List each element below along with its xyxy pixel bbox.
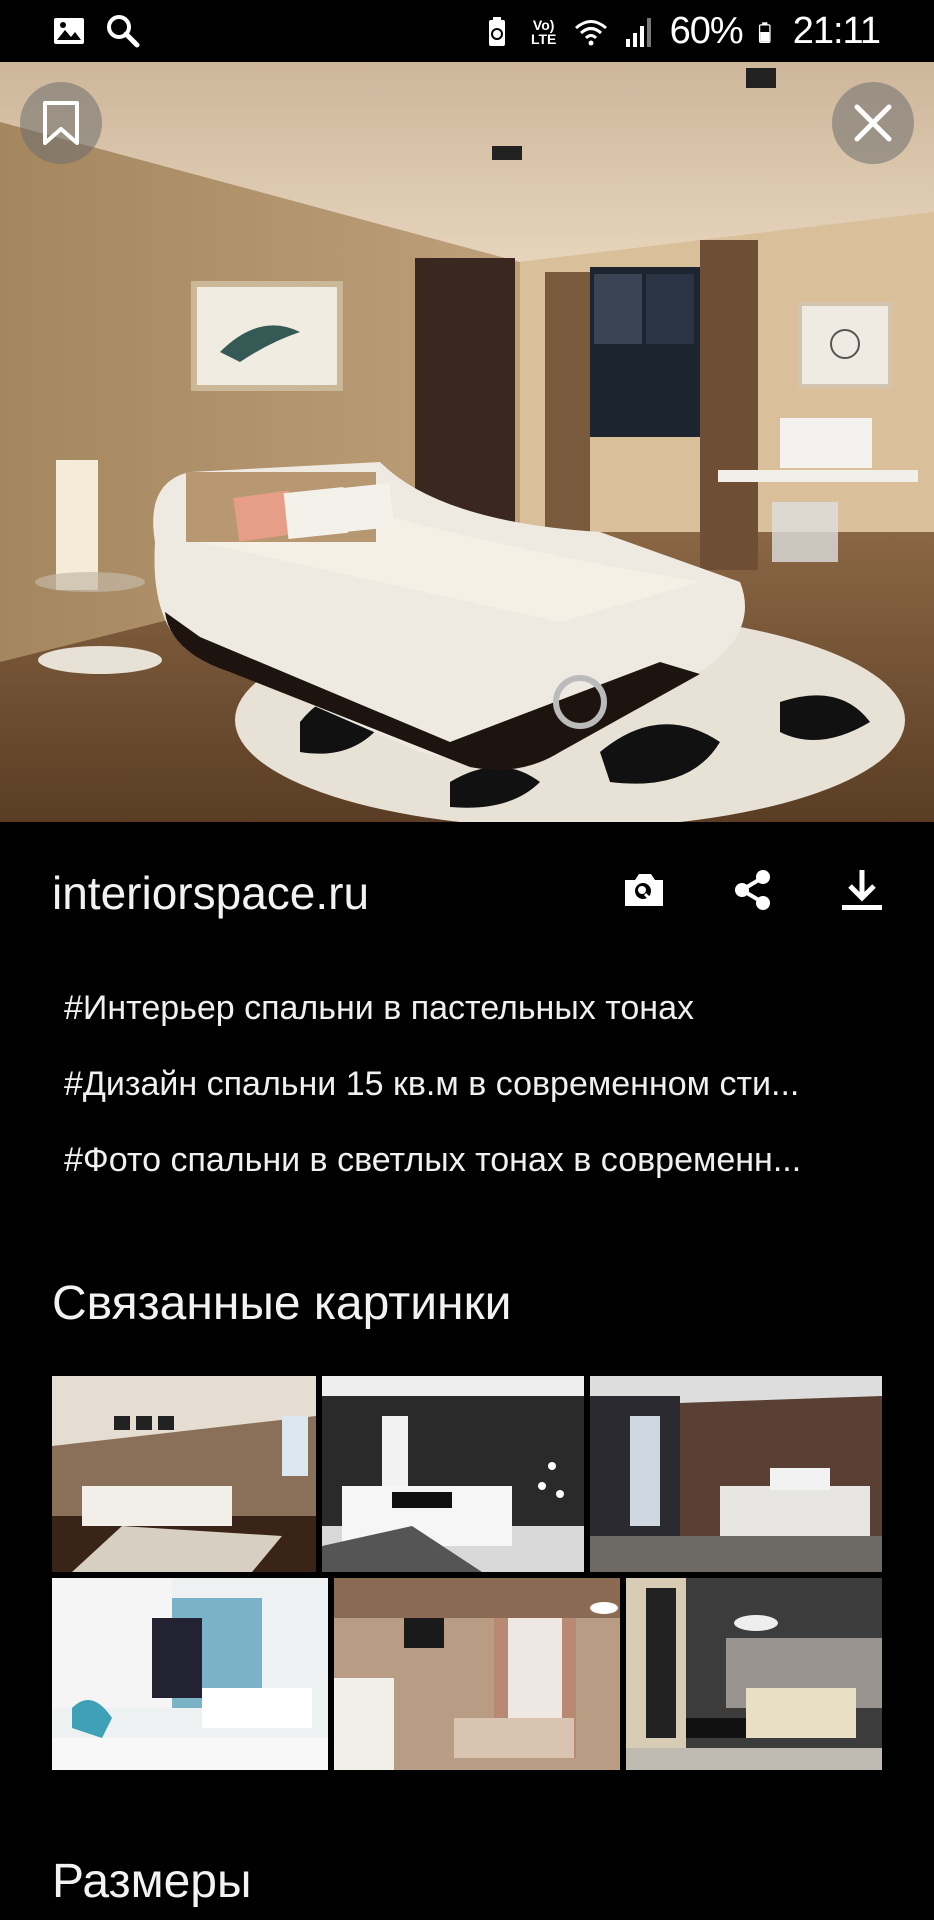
lens-search-button[interactable] [616,862,672,918]
related-images-row [52,1578,882,1770]
sizes-title: Размеры [52,1855,252,1908]
tag-item[interactable]: #Дизайн спальни 15 кв.м в современном ст… [64,1056,884,1132]
tag-item[interactable]: #Фото спальни в светлых тонах в современ… [64,1132,884,1208]
battery-icon [758,21,771,43]
download-button[interactable] [834,862,890,918]
download-icon [842,870,882,910]
bookmark-button[interactable] [20,82,102,164]
bookmark-icon [43,101,79,145]
related-image[interactable] [626,1578,882,1770]
battery-percent: 60% [669,10,744,52]
related-image[interactable] [590,1376,882,1572]
share-button[interactable] [724,862,780,918]
tag-item[interactable]: #Интерьер спальни в пастельных тонах [64,980,884,1056]
close-icon [854,104,892,142]
related-image[interactable] [52,1376,316,1572]
status-bar: Vo) LTE 60% 21:11 [0,0,934,62]
related-images-row [52,1376,882,1572]
bedroom-photo [0,62,934,822]
source-link[interactable]: interiorspace.ru [52,866,369,920]
tag-list: #Интерьер спальни в пастельных тонах #Ди… [64,980,884,1208]
wifi-icon [574,19,607,45]
close-button[interactable] [832,82,914,164]
gallery-icon [54,18,84,44]
clock: 21:11 [792,10,881,52]
share-icon [735,870,770,910]
related-image[interactable] [322,1376,584,1572]
search-icon [107,15,140,48]
main-image[interactable] [0,62,934,822]
lens-search-icon [625,874,663,906]
related-image[interactable] [52,1578,328,1770]
volte-icon: Vo) LTE [530,16,557,47]
signal-icon [625,17,651,47]
source-row: interiorspace.ru [52,862,892,926]
related-image[interactable] [334,1578,620,1770]
related-images-title: Связанные картинки [52,1277,512,1330]
battery-saver-icon [488,16,505,46]
